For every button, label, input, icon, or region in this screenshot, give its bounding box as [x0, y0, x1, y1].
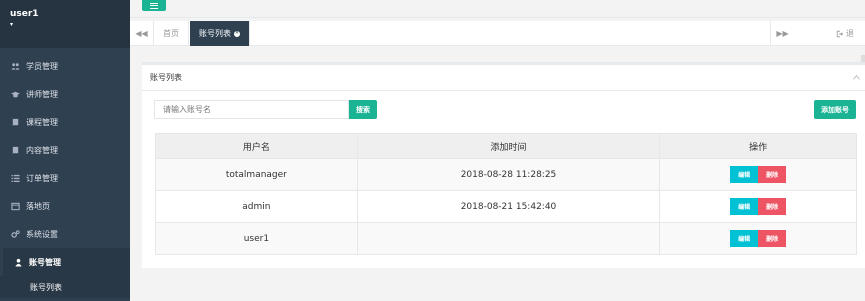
tab-home[interactable]: 首页 [154, 21, 189, 46]
caret-down-icon[interactable]: ▾ [10, 21, 120, 28]
sign-out-icon [836, 30, 844, 37]
search-button[interactable]: 搜索 [349, 100, 377, 119]
column-header-actions: 操作 [659, 133, 857, 159]
sidebar-item-content[interactable]: 内容管理 [0, 136, 130, 164]
add-account-button[interactable]: 添加账号 [814, 100, 856, 119]
edit-button[interactable]: 编辑 [730, 198, 759, 215]
book-icon [10, 117, 20, 127]
exit-label: 退 [846, 29, 854, 38]
edit-button[interactable]: 编辑 [730, 166, 759, 183]
sidebar-item-label: 账号管理 [29, 257, 61, 267]
cell-actions: 编辑 删除 [659, 158, 857, 191]
tab-bar: ◀◀ 首页 账号列表 ✕ ▶▶ 退 [130, 21, 865, 46]
window-icon [10, 201, 20, 211]
close-icon[interactable]: ✕ [234, 30, 240, 37]
sidebar-item-students[interactable]: 学员管理 [0, 52, 130, 80]
cell-actions: 编辑 删除 [659, 190, 857, 223]
edit-button[interactable]: 编辑 [730, 230, 759, 247]
cell-added-time: 2018-08-21 15:42:40 [356, 190, 661, 223]
delete-button[interactable]: 删除 [758, 166, 787, 183]
sidebar-item-settings[interactable]: 系统设置 [0, 220, 130, 248]
table-header-row: 用户名 添加时间 操作 [155, 133, 857, 159]
column-header-added-time: 添加时间 [356, 133, 661, 159]
accounts-table: 用户名 添加时间 操作 totalmanager 2018-08-28 11:2… [155, 133, 857, 255]
sidebar: user1 ▾ 学员管理 讲师管理 课程管理 内容管理 订单管理 落地页 系统设… [0, 0, 130, 301]
profile-header: user1 ▾ [0, 0, 130, 48]
tab-scroll-left-icon[interactable]: ◀◀ [130, 21, 154, 46]
cogs-icon [10, 229, 20, 239]
sidebar-item-label: 课程管理 [26, 117, 58, 127]
cell-username: user1 [155, 222, 358, 255]
sidebar-item-label: 落地页 [26, 201, 50, 211]
sidebar-nav: 学员管理 讲师管理 课程管理 内容管理 订单管理 落地页 系统设置 账号管理 账… [0, 52, 130, 298]
sidebar-item-label: 学员管理 [26, 61, 58, 71]
search-input[interactable] [154, 100, 349, 119]
table-row: user1 编辑 删除 [155, 222, 857, 255]
sidebar-item-landing[interactable]: 落地页 [0, 192, 130, 220]
cell-added-time [356, 222, 661, 255]
sidebar-item-accounts[interactable]: 账号管理 [0, 248, 130, 276]
table-row: totalmanager 2018-08-28 11:28:25 编辑 删除 [155, 158, 857, 191]
account-list-panel: 账号列表 搜索 添加账号 用户名 添加时间 操作 totalmanager 20… [142, 62, 865, 268]
table-row: admin 2018-08-21 15:42:40 编辑 删除 [155, 190, 857, 223]
user-icon [13, 257, 23, 267]
users-icon [10, 61, 20, 71]
cell-actions: 编辑 删除 [659, 222, 857, 255]
column-header-username: 用户名 [155, 133, 358, 159]
exit-button[interactable]: 退 [836, 21, 854, 46]
profile-name[interactable]: user1 [10, 9, 120, 19]
panel-title: 账号列表 [142, 65, 865, 91]
menu-toggle-button[interactable] [142, 0, 166, 11]
sidebar-item-orders[interactable]: 订单管理 [0, 164, 130, 192]
cell-added-time: 2018-08-28 11:28:25 [356, 158, 661, 191]
hamburger-icon [150, 2, 158, 9]
sidebar-subitem-label: 账号列表 [30, 282, 62, 292]
sidebar-item-label: 内容管理 [26, 145, 58, 155]
cell-username: admin [155, 190, 358, 223]
sidebar-item-label: 订单管理 [26, 173, 58, 183]
sidebar-item-label: 讲师管理 [26, 89, 58, 99]
sidebar-item-label: 系统设置 [26, 229, 58, 239]
top-bar [130, 0, 865, 18]
tab-account-list[interactable]: 账号列表 ✕ [190, 21, 250, 46]
graduation-cap-icon [10, 89, 20, 99]
cell-username: totalmanager [155, 158, 358, 191]
sidebar-subitem-account-list[interactable]: 账号列表 [0, 276, 130, 298]
tab-label: 账号列表 [199, 29, 231, 38]
tab-scroll-right-icon[interactable]: ▶▶ [770, 21, 794, 46]
chevron-up-icon[interactable] [852, 73, 861, 82]
sidebar-item-teachers[interactable]: 讲师管理 [0, 80, 130, 108]
sidebar-item-courses[interactable]: 课程管理 [0, 108, 130, 136]
book-icon [10, 145, 20, 155]
delete-button[interactable]: 删除 [758, 230, 787, 247]
delete-button[interactable]: 删除 [758, 198, 787, 215]
list-icon [10, 173, 20, 183]
